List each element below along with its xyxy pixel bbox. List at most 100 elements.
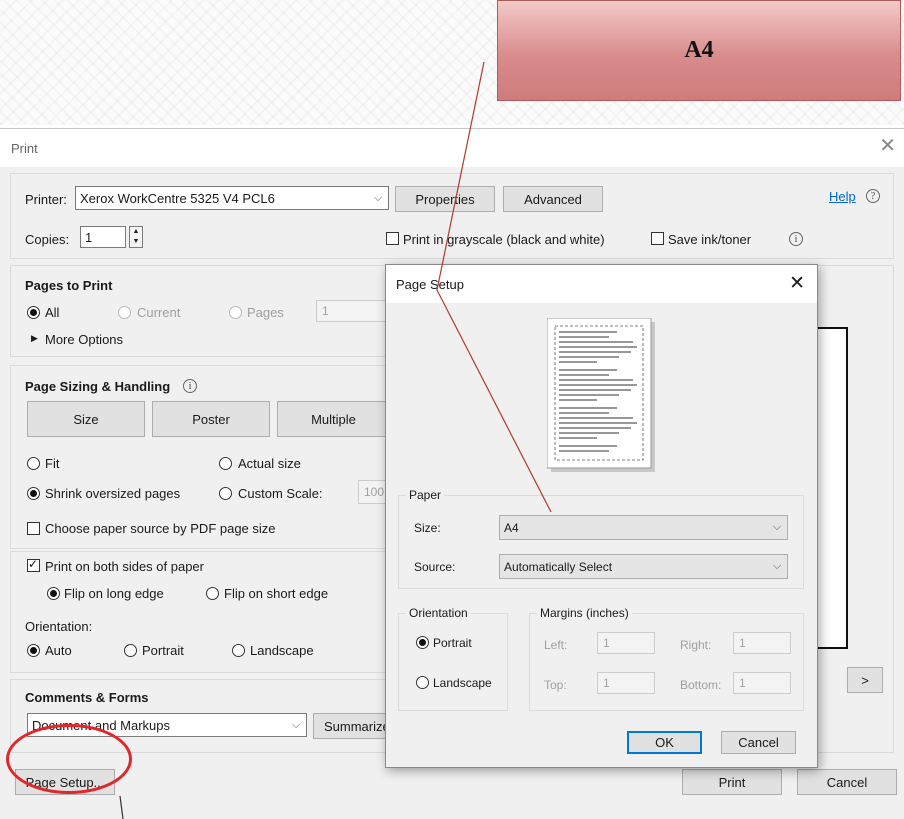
pages-label: Pages <box>247 305 284 320</box>
paper-source-select[interactable]: Automatically Select ⌵ <box>499 554 788 579</box>
multiple-button[interactable]: Multiple <box>277 401 390 437</box>
shrink-label: Shrink oversized pages <box>45 486 181 501</box>
ps-portrait-radio[interactable] <box>416 636 429 649</box>
custom-scale-radio[interactable] <box>219 487 232 500</box>
custom-scale-label: Custom Scale: <box>238 486 323 501</box>
ps-cancel-button[interactable]: Cancel <box>721 731 796 754</box>
orientation-group: Orientation <box>398 606 508 711</box>
page-setup-dialog: Page Setup ✕ Paper Size: A4 ⌵ Source: Au… <box>385 264 818 768</box>
left-margin-value: 1 <box>603 636 610 650</box>
info-icon[interactable]: i <box>789 232 803 246</box>
sizing-heading: Page Sizing & Handling <box>25 379 171 394</box>
paper-source-label: Choose paper source by PDF page size <box>45 521 276 536</box>
orientation-group-title: Orientation <box>406 606 471 620</box>
page-setup-title: Page Setup <box>396 277 464 292</box>
ok-button[interactable]: OK <box>627 731 702 754</box>
pages-range-input[interactable]: 1 <box>316 300 390 322</box>
callout-text: A4 <box>684 37 714 63</box>
close-icon[interactable]: ✕ <box>789 272 805 295</box>
more-options[interactable]: More Options <box>45 332 123 347</box>
poster-button[interactable]: Poster <box>152 401 270 437</box>
close-icon[interactable]: ✕ <box>879 136 896 156</box>
save-ink-label: Save ink/toner <box>668 232 752 247</box>
right-margin-value: 1 <box>739 636 746 650</box>
page-setup-titlebar: Page Setup ✕ <box>386 265 817 303</box>
left-margin-input[interactable]: 1 <box>597 632 655 654</box>
ps-landscape-radio[interactable] <box>416 676 429 689</box>
shrink-radio[interactable] <box>27 487 40 500</box>
short-edge-radio[interactable] <box>206 587 219 600</box>
left-margin-label: Left: <box>544 638 568 652</box>
auto-label: Auto <box>45 643 72 658</box>
preview-page <box>818 327 848 649</box>
cancel-button[interactable]: Cancel <box>797 769 897 795</box>
copies-input[interactable]: 1 <box>80 226 126 248</box>
printer-value: Xerox WorkCentre 5325 V4 PCL6 <box>80 190 275 206</box>
long-edge-label: Flip on long edge <box>64 586 164 601</box>
chevron-down-icon: ⌵ <box>373 191 383 204</box>
pages-heading: Pages to Print <box>25 278 113 293</box>
size-button[interactable]: Size <box>27 401 145 437</box>
paper-group-title: Paper <box>406 488 445 502</box>
actual-size-label: Actual size <box>238 456 301 471</box>
fit-label: Fit <box>45 456 60 471</box>
auto-radio[interactable] <box>27 644 40 657</box>
printer-select[interactable]: Xerox WorkCentre 5325 V4 PCL6 ⌵ <box>75 186 389 210</box>
portrait-label: Portrait <box>142 643 184 658</box>
grayscale-checkbox[interactable] <box>386 232 399 245</box>
help-link[interactable]: Help <box>829 189 856 204</box>
long-edge-radio[interactable] <box>47 587 60 600</box>
pages-range-value: 1 <box>322 304 329 318</box>
top-margin-input[interactable]: 1 <box>597 672 655 694</box>
right-margin-input[interactable]: 1 <box>733 632 791 654</box>
ps-landscape-label: Landscape <box>433 676 492 690</box>
highlight-circle <box>6 724 132 794</box>
landscape-radio[interactable] <box>232 644 245 657</box>
all-label: All <box>45 305 60 320</box>
bottom-margin-input[interactable]: 1 <box>733 672 791 694</box>
summarize-button[interactable]: Summarize <box>313 713 390 739</box>
properties-button[interactable]: Properties <box>395 186 495 212</box>
both-sides-label: Print on both sides of paper <box>45 559 204 574</box>
summarize-label: Summarize <box>324 718 390 734</box>
paper-size-value: A4 <box>504 520 519 535</box>
save-ink-checkbox[interactable] <box>651 232 664 245</box>
portrait-radio[interactable] <box>124 644 137 657</box>
paper-source-value: Automatically Select <box>504 559 613 574</box>
all-radio[interactable] <box>27 306 40 319</box>
print-titlebar: Print ✕ <box>0 129 904 167</box>
chevron-down-icon: ⌵ <box>291 718 301 731</box>
copies-label: Copies: <box>25 232 70 247</box>
grayscale-label: Print in grayscale (black and white) <box>403 232 605 247</box>
printer-label: Printer: <box>25 192 67 207</box>
callout-box: A4 <box>497 0 901 101</box>
both-sides-checkbox[interactable] <box>27 557 40 572</box>
pages-radio[interactable] <box>229 306 242 319</box>
advanced-button[interactable]: Advanced <box>503 186 603 212</box>
top-margin-label: Top: <box>544 678 567 692</box>
top-margin-value: 1 <box>603 676 610 690</box>
expand-icon[interactable]: ▶ <box>31 333 38 344</box>
copies-stepper[interactable]: ▲ ▼ <box>129 226 143 248</box>
chevron-down-icon: ⌵ <box>772 521 782 533</box>
help-icon[interactable]: ? <box>866 189 880 203</box>
comments-heading: Comments & Forms <box>25 690 149 705</box>
custom-scale-value: 100 <box>364 485 385 499</box>
print-title: Print <box>11 141 38 156</box>
margins-group-title: Margins (inches) <box>537 606 632 620</box>
next-page-button[interactable]: > <box>847 667 883 693</box>
margins-group: Margins (inches) <box>529 606 804 711</box>
short-edge-label: Flip on short edge <box>224 586 329 601</box>
fit-radio[interactable] <box>27 457 40 470</box>
copies-value: 1 <box>85 229 93 245</box>
paper-size-select[interactable]: A4 ⌵ <box>499 515 788 540</box>
paper-source-checkbox[interactable] <box>27 522 40 535</box>
current-label: Current <box>137 305 181 320</box>
source-label: Source: <box>414 560 456 574</box>
print-button[interactable]: Print <box>682 769 782 795</box>
current-radio[interactable] <box>118 306 131 319</box>
actual-size-radio[interactable] <box>219 457 232 470</box>
sizing-info-icon[interactable]: i <box>183 379 197 393</box>
page-preview-icon <box>547 318 655 472</box>
bottom-margin-label: Bottom: <box>680 678 722 692</box>
